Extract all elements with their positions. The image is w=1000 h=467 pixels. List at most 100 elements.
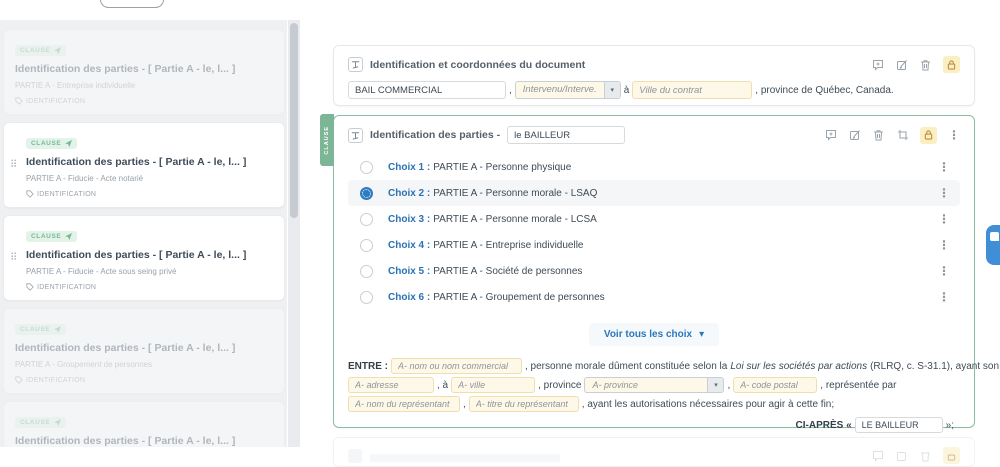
clause-title: Identification des parties - [ Partie A … [26,156,274,168]
clause-side-tab[interactable]: CLAUSE [320,114,334,166]
radio-button-selected[interactable] [360,187,373,200]
clause-badge-icon [54,326,61,333]
choice-row-selected[interactable]: Choix 2 : PARTIE A - Personne morale - L… [348,180,960,206]
clause-badge-icon [65,140,72,147]
postal-code-input[interactable] [733,377,817,393]
chevron-down-icon: ▾ [604,82,620,98]
entre-clause-text: ENTRE : , personne morale dûment constit… [348,358,960,433]
address-input[interactable] [348,377,434,393]
clause-tag: IDENTIFICATION [15,376,85,384]
lock-icon[interactable] [943,447,960,464]
trash-icon[interactable] [872,129,885,142]
comment-icon[interactable] [824,129,837,142]
city-of-contract-input[interactable] [632,81,752,99]
clause-badge-icon [54,47,61,54]
choice-row[interactable]: Choix 4 : PARTIE A - Entreprise individu… [348,232,960,258]
document-type-input[interactable] [348,81,506,99]
province-select[interactable]: A- province ▾ [584,377,724,393]
tag-icon [26,283,34,291]
clause-subtitle: PARTIE A - Fiducie - Acte notarié [26,174,274,183]
chevron-down-icon: ▾ [699,329,704,340]
scrollbar-thumb[interactable] [290,23,298,218]
see-all-choices-button[interactable]: Voir tous les choix ▾ [589,323,719,346]
parties-identification-panel: CLAUSE Identification des parties - ⋮ Ch… [333,115,975,428]
clause-badge-icon [65,233,72,240]
law-name-italic: Loi sur les sociétés par actions [730,361,867,372]
kebab-menu-icon[interactable]: ⋮ [938,264,950,278]
checkbox-icon [348,449,362,463]
kebab-menu-icon[interactable]: ⋮ [938,186,950,200]
clause-card[interactable]: ⠿ CLAUSE Identification des parties - [ … [3,215,285,301]
ci-apres-input[interactable] [855,417,943,433]
trash-icon[interactable] [919,449,932,462]
clause-card[interactable]: ⠿ CLAUSE Identification des parties - [ … [3,122,285,208]
choice-row[interactable]: Choix 6 : PARTIE A - Groupement de perso… [348,284,960,310]
clause-subtitle: PARTIE A - Entreprise individuelle [15,81,274,90]
document-editor-canvas: Identification et coordonnées du documen… [300,20,1000,447]
clause-badge: CLAUSE [26,138,77,149]
edit-icon[interactable] [848,129,861,142]
doc-identification-panel: Identification et coordonnées du documen… [333,45,975,106]
sidebar-scrollbar[interactable] [288,20,300,447]
clause-badge: CLAUSE [15,45,66,56]
clause-card[interactable]: CLAUSE Identification des parties - [ Pa… [3,401,285,447]
lock-icon[interactable] [920,127,937,144]
clipped-title-placeholder [370,454,560,462]
radio-button[interactable] [360,239,373,252]
clause-tag: IDENTIFICATION [26,283,96,291]
tag-icon [15,97,23,105]
choice-row[interactable]: Choix 1 : PARTIE A - Personne physique ⋮ [348,154,960,180]
representative-title-input[interactable] [469,396,579,412]
clause-badge-icon [54,419,61,426]
clause-title: Identification des parties - [ Partie A … [26,249,274,261]
crop-icon[interactable] [896,129,909,142]
a-label: à [624,85,630,96]
panel-title: Identification et coordonnées du documen… [370,59,585,71]
doc-tail-text: , province de Québec, Canada. [755,85,893,96]
choice-row[interactable]: Choix 3 : PARTIE A - Personne morale - L… [348,206,960,232]
radio-button[interactable] [360,161,373,174]
kebab-menu-icon[interactable]: ⋮ [938,238,950,252]
panel-title: Identification des parties - [370,129,500,141]
drag-handle-icon[interactable]: ⠿ [10,161,17,170]
clause-tag: IDENTIFICATION [26,190,96,198]
clause-card[interactable]: CLAUSE Identification des parties - [ Pa… [3,29,285,115]
party-role-input[interactable] [507,126,625,144]
drag-handle-icon[interactable]: ⠿ [10,254,17,263]
clause-title: Identification des parties - [ Partie A … [15,435,274,447]
clause-title: Identification des parties - [ Partie A … [15,342,274,354]
entre-label: ENTRE : [348,361,388,372]
radio-button[interactable] [360,265,373,278]
clause-tag: IDENTIFICATION [15,97,85,105]
kebab-menu-icon[interactable]: ⋮ [948,128,960,142]
top-header-cutoff [0,0,1000,20]
comment-icon[interactable] [871,449,884,462]
clause-title: Identification des parties - [ Partie A … [15,63,274,75]
clause-card[interactable]: CLAUSE Identification des parties - [ Pa… [3,308,285,394]
choice-row[interactable]: Choix 5 : PARTIE A - Société de personne… [348,258,960,284]
kebab-menu-icon[interactable]: ⋮ [938,160,950,174]
radio-button[interactable] [360,213,373,226]
kebab-menu-icon[interactable]: ⋮ [938,290,950,304]
radio-button[interactable] [360,291,373,304]
ci-apres-label: CI-APRÈS « [796,420,852,431]
comment-icon[interactable] [871,58,884,71]
clause-subtitle: PARTIE A - Groupement de personnes [15,360,274,369]
lock-icon[interactable] [943,56,960,73]
clause-badge: CLAUSE [15,417,66,428]
header-pill-button[interactable] [100,0,164,8]
intervenu-select[interactable]: Intervenu/Interve. ▾ [515,81,621,99]
clause-subtitle: PARTIE A - Fiducie - Acte sous seing pri… [26,267,274,276]
edit-icon[interactable] [895,449,908,462]
representative-name-input[interactable] [348,396,460,412]
edit-icon[interactable] [895,58,908,71]
separator-text: , [509,85,512,96]
clause-badge: CLAUSE [26,231,77,242]
city-input[interactable] [451,377,535,393]
company-name-input[interactable] [391,358,522,374]
floating-help-button[interactable] [986,225,1000,265]
trash-icon[interactable] [919,58,932,71]
next-clause-panel-partial[interactable] [333,437,975,467]
clause-badge: CLAUSE [15,324,66,335]
kebab-menu-icon[interactable]: ⋮ [938,212,950,226]
